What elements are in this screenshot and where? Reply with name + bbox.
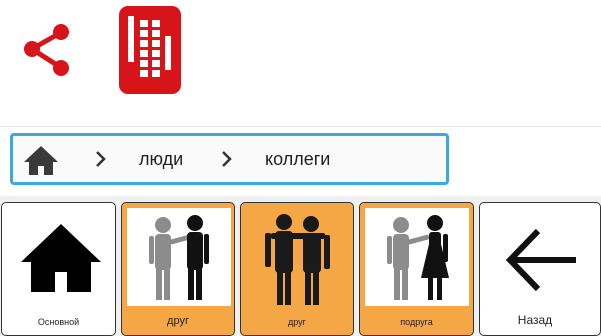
breadcrumb-item-people[interactable]: люди [139, 150, 183, 168]
tile-girlfriend-label: подруга [400, 317, 433, 327]
tile-girlfriend-picture [365, 208, 469, 306]
keypad-icon [119, 6, 181, 94]
tile-back-label: Назад [517, 313, 553, 327]
arrow-left-icon [505, 228, 576, 292]
two-men-embracing-icon [265, 214, 330, 305]
home-icon [24, 146, 58, 175]
tile-girlfriend[interactable]: подруга [359, 202, 474, 336]
tile-friend-embrace[interactable]: друг [240, 202, 354, 336]
share-button[interactable] [18, 20, 78, 80]
tile-friend-picture [127, 208, 231, 306]
top-toolbar [0, 0, 601, 125]
tile-friend-embrace-label: друг [288, 317, 306, 327]
breadcrumb: люди коллеги [10, 133, 449, 185]
tile-main-label: Основной [37, 317, 80, 327]
man-and-woman-friends-icon [387, 215, 449, 300]
toolbar-divider [0, 126, 601, 127]
breadcrumb-home[interactable] [23, 144, 59, 176]
share-icon [24, 24, 69, 76]
chevron-right-icon [96, 151, 106, 167]
chevron-right-icon [222, 151, 232, 167]
tile-main-picture [9, 208, 112, 306]
tile-friend-label: друг [167, 315, 189, 327]
house-icon [21, 224, 101, 292]
tile-main[interactable]: Основной [1, 202, 116, 336]
two-men-friends-icon [149, 215, 209, 300]
tile-friend[interactable]: друг [121, 202, 235, 336]
breadcrumb-item-colleagues[interactable]: коллеги [265, 150, 330, 168]
tile-back[interactable]: Назад [479, 202, 601, 336]
keypad-button[interactable] [119, 6, 181, 94]
